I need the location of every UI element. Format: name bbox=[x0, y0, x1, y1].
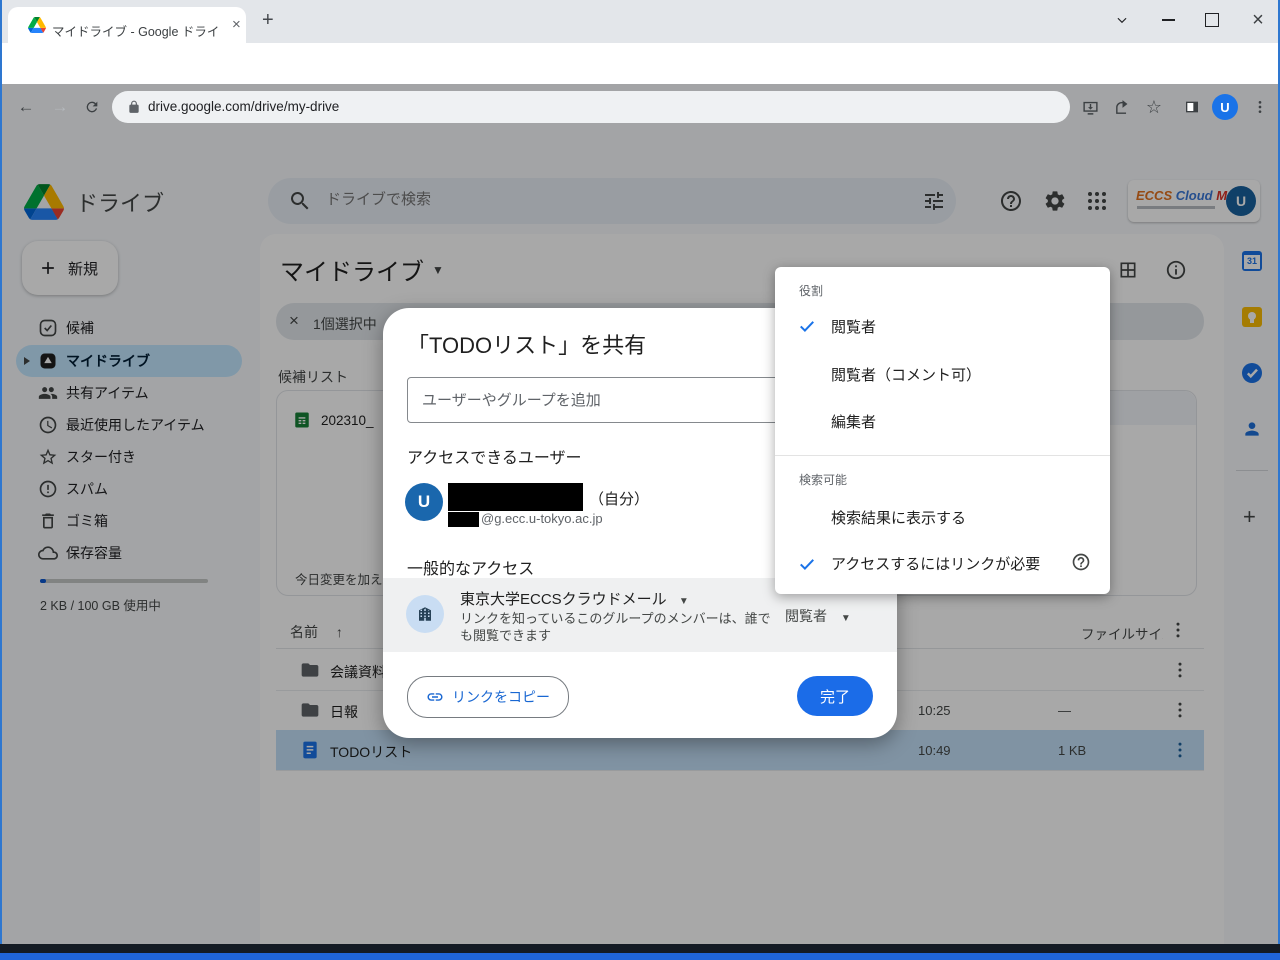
window-restore-menu-icon[interactable] bbox=[1108, 6, 1136, 34]
owner-name-redacted bbox=[448, 483, 583, 511]
role-section-label: 役割 bbox=[799, 282, 823, 299]
reload-icon[interactable] bbox=[78, 93, 106, 121]
window-close-icon[interactable]: × bbox=[1244, 6, 1272, 34]
copy-link-button[interactable]: リンクをコピー bbox=[407, 676, 569, 718]
menu-item-label: アクセスするにはリンクが必要 bbox=[831, 553, 1040, 574]
tab-close-icon[interactable]: × bbox=[232, 16, 241, 33]
window-maximize-icon[interactable] bbox=[1198, 6, 1226, 34]
tab-title: マイドライブ - Google ドライブ bbox=[52, 21, 220, 40]
drive-favicon-icon bbox=[28, 17, 46, 33]
done-button[interactable]: 完了 bbox=[797, 676, 873, 716]
building-icon bbox=[416, 605, 434, 623]
group-name[interactable]: 東京大学ECCSクラウドメール ▼ bbox=[460, 588, 689, 609]
menu-item-label: 閲覧者 bbox=[831, 316, 876, 337]
owner-email-suffix: @g.ecc.u-tokyo.ac.jp bbox=[481, 511, 603, 526]
owner-email-redacted bbox=[448, 512, 479, 527]
window-border-bottom-dark bbox=[0, 944, 1280, 953]
back-icon[interactable]: ← bbox=[12, 93, 40, 121]
menu-item-label: 検索結果に表示する bbox=[831, 507, 966, 528]
check-icon bbox=[797, 554, 817, 574]
group-role-select[interactable]: 閲覧者 ▼ bbox=[785, 606, 851, 626]
copy-link-label: リンクをコピー bbox=[452, 687, 550, 707]
chevron-down-icon: ▼ bbox=[679, 596, 689, 607]
share-icon[interactable] bbox=[1108, 93, 1136, 121]
chevron-down-icon: ▼ bbox=[841, 613, 851, 624]
lock-icon bbox=[127, 99, 141, 115]
owner-avatar: U bbox=[405, 483, 443, 521]
share-dialog-title: 「TODOリスト」を共有 bbox=[407, 328, 646, 360]
menu-item-label: 編集者 bbox=[831, 411, 876, 432]
window-border-bottom-blue bbox=[0, 953, 1280, 960]
owner-self-label: （自分） bbox=[589, 488, 649, 509]
forward-icon[interactable]: → bbox=[46, 93, 74, 121]
browser-toolbar: ← → drive.google.com/drive/my-drive ☆ U bbox=[0, 43, 1280, 84]
bookmark-star-icon[interactable]: ☆ bbox=[1140, 93, 1168, 121]
new-tab-button[interactable]: + bbox=[262, 9, 274, 32]
menu-item-label: 閲覧者（コメント可） bbox=[831, 364, 981, 385]
search-section-label: 検索可能 bbox=[799, 471, 847, 488]
group-description: リンクを知っているこのグループのメンバーは、誰でも閲覧できます bbox=[460, 610, 772, 644]
role-dropdown-menu: 役割 閲覧者 閲覧者（コメント可） 編集者 検索可能 検索結果に表示する アクセ… bbox=[775, 267, 1110, 594]
browser-window: マイドライブ - Google ドライブ × + × ← → drive.goo… bbox=[0, 0, 1280, 960]
general-access-heading: 一般的なアクセス bbox=[407, 555, 534, 579]
organization-circle[interactable] bbox=[406, 595, 444, 633]
menu-divider bbox=[775, 455, 1110, 456]
check-icon bbox=[797, 316, 817, 336]
window-minimize-icon[interactable] bbox=[1154, 6, 1182, 34]
side-panel-icon[interactable] bbox=[1178, 93, 1206, 121]
help-circle-icon[interactable] bbox=[1071, 552, 1091, 572]
url-text: drive.google.com/drive/my-drive bbox=[148, 99, 339, 114]
browser-profile-avatar[interactable]: U bbox=[1212, 94, 1238, 120]
access-heading: アクセスできるユーザー bbox=[407, 444, 582, 468]
browser-menu-icon[interactable] bbox=[1246, 93, 1274, 121]
window-border-left bbox=[0, 0, 2, 960]
install-app-icon[interactable] bbox=[1076, 93, 1104, 121]
link-icon bbox=[426, 688, 444, 706]
browser-tab[interactable]: マイドライブ - Google ドライブ × bbox=[8, 7, 246, 43]
address-bar[interactable]: drive.google.com/drive/my-drive bbox=[112, 91, 1070, 123]
tab-strip: マイドライブ - Google ドライブ × + × bbox=[0, 0, 1280, 43]
